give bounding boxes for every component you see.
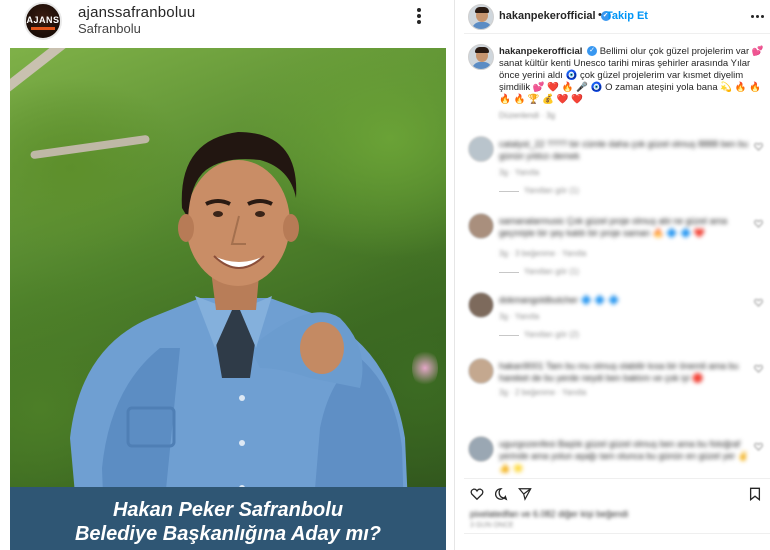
post-time-ago: 3 GÜN ÖNCE — [470, 522, 514, 529]
comment: catalyst_22 ???? bir cümle daha çok güze… — [464, 136, 770, 206]
bookmark-icon[interactable] — [748, 487, 762, 501]
comment-like-icon[interactable] — [754, 142, 763, 151]
headline-line-2: Belediye Başkanlığına Aday mı? — [74, 523, 382, 545]
left-post-avatar[interactable]: AJANS — [24, 2, 62, 40]
comment: dokmangoldbutcher 🔷 🔷 🔷 3g · Yanıtla Yan… — [464, 292, 770, 362]
avatar-logo-bar — [31, 27, 55, 30]
likes-count[interactable]: pixelatedfan ve 6.082 diğer kişi beğendi — [470, 509, 628, 519]
commenter-avatar[interactable] — [468, 136, 494, 162]
heart-icon[interactable] — [470, 487, 484, 501]
commenter-avatar[interactable] — [468, 436, 494, 462]
comment-meta[interactable]: 3g · 2 beğenme · Yanıtla — [499, 388, 586, 397]
reply-divider — [499, 272, 519, 273]
comment-like-icon[interactable] — [754, 219, 763, 228]
share-icon[interactable] — [518, 487, 532, 501]
comment-meta[interactable]: 3g · Yanıtla — [499, 312, 539, 321]
commenter-avatar[interactable] — [468, 358, 494, 384]
more-horizontal-icon[interactable] — [746, 11, 766, 21]
headline-line-1: Hakan Peker Safranbolu — [112, 499, 344, 521]
view-replies-link[interactable]: Yanıtları gör (1) — [524, 186, 579, 195]
comment: samanalarmusic Çok güzel proje olmuş abi… — [464, 213, 770, 283]
left-post: AJANS ajanssafranboluu Safranbolu Hakan … — [0, 0, 455, 550]
comment-text: dokmangoldbutcher 🔷 🔷 🔷 — [499, 295, 620, 305]
author-avatar[interactable] — [468, 4, 494, 30]
add-comment-area[interactable] — [464, 533, 770, 550]
comment-icon[interactable] — [494, 487, 508, 501]
commenter-avatar[interactable] — [468, 292, 494, 318]
follow-button[interactable]: Takip Et — [606, 10, 648, 22]
comment-like-icon[interactable] — [754, 298, 763, 307]
post-photo — [10, 48, 446, 550]
left-post-header: AJANS ajanssafranboluu Safranbolu — [0, 0, 455, 46]
comment-text: catalyst_22 ???? bir cümle daha çok güze… — [499, 139, 749, 161]
caption-meta: Düzenlendi · 3g — [499, 111, 556, 120]
left-post-username[interactable]: ajanssafranboluu — [78, 4, 195, 21]
view-replies-link[interactable]: Yanıtları gör (1) — [524, 267, 579, 276]
right-post-header: hakanpekerofficial ✓ • Takip Et — [464, 0, 770, 34]
caption-avatar[interactable] — [468, 44, 494, 70]
commenter-avatar[interactable] — [468, 213, 494, 239]
comment-text: samanalarmusic Çok güzel proje olmuş abi… — [499, 216, 728, 238]
portrait-man — [70, 132, 410, 550]
comment-like-icon[interactable] — [754, 442, 763, 451]
reply-divider — [499, 191, 519, 192]
comment: hakan9001 Tam bu mu olmuş olabilir kısa … — [464, 358, 770, 428]
left-post-location[interactable]: Safranbolu — [78, 21, 141, 36]
reply-divider — [499, 335, 519, 336]
verified-badge-icon: ✓ — [587, 46, 598, 57]
right-post-panel: hakanpekerofficial ✓ • Takip Et hakanpek… — [464, 0, 770, 550]
headline-banner: Hakan Peker Safranbolu Belediye Başkanlı… — [10, 487, 446, 550]
author-username-text: hakanpekerofficial — [499, 10, 596, 22]
author-username[interactable]: hakanpekerofficial ✓ — [499, 10, 611, 22]
caption-username[interactable]: hakanpekerofficial — [499, 46, 582, 57]
action-bar — [464, 478, 770, 508]
comment-text: ugurgozenfesi Başlık güzel güzel olmuş b… — [499, 439, 749, 473]
comment-like-icon[interactable] — [754, 364, 763, 373]
comment-text: hakan9001 Tam bu mu olmuş olabilir kısa … — [499, 361, 739, 383]
comment-meta[interactable]: 3g · 3 beğenme · Yanıtla — [499, 249, 586, 258]
more-vertical-icon[interactable] — [412, 6, 426, 28]
header-separator: • — [598, 9, 602, 21]
comment-meta[interactable]: 3g · Yanıtla — [499, 168, 539, 177]
comment: ugurgozenfesi Başlık güzel güzel olmuş b… — [464, 436, 770, 476]
view-replies-link[interactable]: Yanıtları gör (2) — [524, 330, 579, 339]
avatar-logo-text: AJANS — [26, 15, 60, 25]
post-caption: hakanpekerofficial ✓ Bellimi olur çok gü… — [499, 46, 767, 106]
